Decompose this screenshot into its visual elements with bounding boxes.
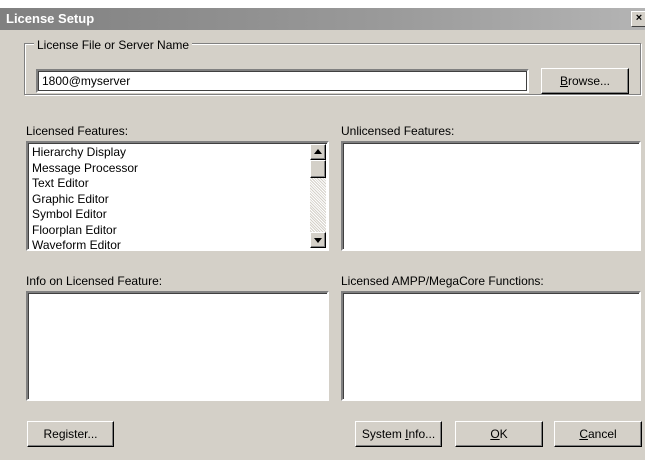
window-title: License Setup <box>6 11 95 26</box>
info-licensed-feature-box[interactable] <box>26 291 329 401</box>
info-licensed-feature-label: Info on Licensed Feature: <box>26 274 163 288</box>
ampp-functions-label: Licensed AMPP/MegaCore Functions: <box>341 274 544 288</box>
browse-button-accel: B <box>559 74 568 88</box>
top-background <box>0 0 645 8</box>
license-file-group-label: License File or Server Name <box>34 38 193 52</box>
cancel-label-rest: ancel <box>587 427 617 441</box>
ampp-functions-box[interactable] <box>341 291 641 401</box>
licensed-features-scrollbar[interactable] <box>310 144 326 248</box>
licensed-feature-item[interactable]: Symbol Editor <box>32 207 138 223</box>
scroll-up-arrow-icon <box>314 149 322 154</box>
licensed-feature-item[interactable]: Waveform Editor <box>32 238 138 254</box>
licensed-features-label: Licensed Features: <box>26 124 129 138</box>
licensed-features-items: Hierarchy Display Message Processor Text E… <box>32 145 138 254</box>
ok-button[interactable]: OK <box>455 421 543 447</box>
register-button[interactable]: Register... <box>27 421 114 447</box>
scroll-thumb[interactable] <box>310 160 326 178</box>
licensed-feature-item[interactable]: Hierarchy Display <box>32 145 138 161</box>
scroll-down-arrow-icon <box>314 238 322 243</box>
ok-accel: O <box>490 427 500 441</box>
title-bar[interactable]: License Setup × <box>0 8 645 30</box>
unlicensed-features-list[interactable] <box>341 141 641 251</box>
scroll-up-button[interactable] <box>310 144 326 160</box>
licensed-features-list[interactable]: Hierarchy Display Message Processor Text E… <box>26 141 329 254</box>
scroll-down-button[interactable] <box>310 232 326 248</box>
register-button-label: Register... <box>43 427 98 441</box>
unlicensed-features-label: Unlicensed Features: <box>341 124 455 138</box>
browse-button[interactable]: Browse... <box>541 68 629 94</box>
browse-button-label: rowse... <box>568 74 611 88</box>
system-info-label-prefix: System <box>361 427 406 441</box>
license-file-input[interactable]: 1800@myserver <box>36 69 529 93</box>
licensed-feature-item[interactable]: Text Editor <box>32 176 138 192</box>
cancel-accel: C <box>579 427 588 441</box>
system-info-label-suffix: nfo... <box>408 427 436 441</box>
close-icon[interactable]: × <box>631 11 645 27</box>
cancel-button[interactable]: Cancel <box>554 421 642 447</box>
ok-label-rest: K <box>499 427 508 441</box>
system-info-button[interactable]: System Info... <box>355 421 442 447</box>
licensed-feature-item[interactable]: Graphic Editor <box>32 192 138 208</box>
licensed-feature-item[interactable]: Message Processor <box>32 161 138 177</box>
licensed-feature-item[interactable]: Floorplan Editor <box>32 223 138 239</box>
